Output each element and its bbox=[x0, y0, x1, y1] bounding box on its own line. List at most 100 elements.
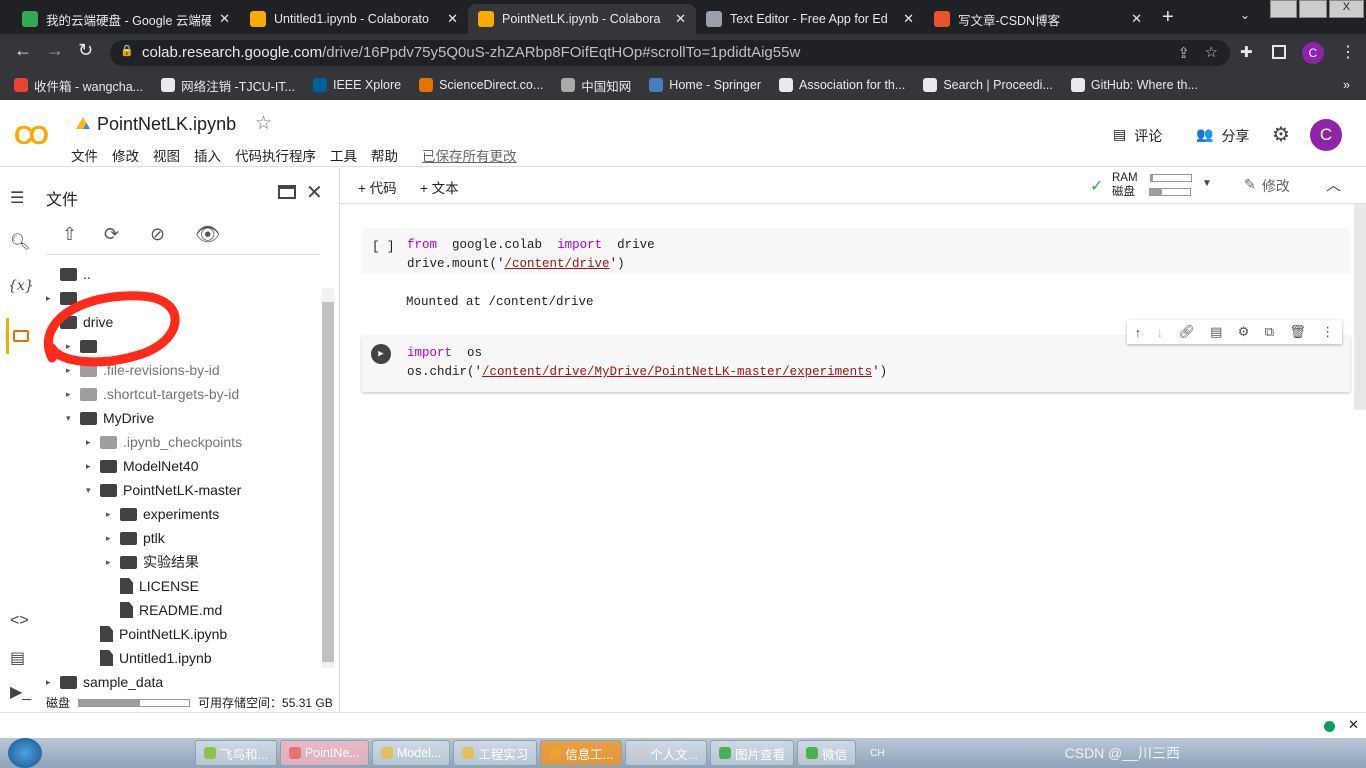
browser-tab[interactable]: Untitled1.ipynb - Colaborato ✕ bbox=[240, 4, 468, 34]
refresh-folder-icon[interactable]: ⟳ bbox=[104, 224, 119, 245]
file-tree-item[interactable]: ▸ ModelNet40 bbox=[86, 455, 199, 477]
browser-tab[interactable]: Text Editor - Free App for Ed ✕ bbox=[696, 4, 924, 34]
taskbar-item[interactable]: 图片查看 bbox=[710, 740, 795, 766]
bookmark-item[interactable]: Search | Proceedi... bbox=[923, 78, 1053, 92]
variables-icon[interactable]: {x} bbox=[8, 278, 34, 294]
extensions-icon[interactable]: ✚ bbox=[1240, 43, 1253, 61]
run-cell-button[interactable]: ▶ bbox=[371, 344, 391, 364]
minimize-button[interactable] bbox=[1270, 0, 1298, 18]
edit-button[interactable]: ✎ 修改 bbox=[1244, 176, 1290, 196]
expand-arrow-icon[interactable]: ▸ bbox=[106, 509, 114, 520]
notebook-title[interactable]: PointNetLK.ipynb bbox=[97, 114, 236, 135]
bookmark-item[interactable]: 收件箱 - wangcha... bbox=[14, 76, 143, 95]
taskbar-item[interactable]: Model... bbox=[371, 740, 451, 766]
notebook-scrollbar[interactable] bbox=[1354, 204, 1366, 410]
bookmark-item[interactable]: 中国知网 bbox=[561, 76, 631, 95]
browser-tab[interactable]: PointNetLK.ipynb - Colabora ✕ bbox=[468, 4, 696, 34]
file-tree-item[interactable]: ▸ experiments bbox=[106, 503, 219, 525]
expand-arrow-icon[interactable]: ▾ bbox=[66, 413, 74, 424]
restore-button[interactable] bbox=[1299, 0, 1327, 18]
file-tree-item[interactable]: ▸ .ipynb_checkpoints bbox=[86, 431, 242, 453]
avatar[interactable]: C bbox=[1310, 119, 1342, 151]
url-bar[interactable]: 🔒 colab.research.google.com/drive/16Ppdv7… bbox=[110, 40, 1230, 66]
taskbar-item[interactable]: 信息工... bbox=[540, 740, 623, 766]
expand-arrow-icon[interactable]: ▸ bbox=[106, 533, 114, 544]
upload-file-icon[interactable]: ⇧ bbox=[62, 224, 77, 245]
link-icon[interactable]: 🔗︎ bbox=[1178, 324, 1195, 340]
expand-arrow-icon[interactable]: ▸ bbox=[66, 389, 74, 400]
back-button[interactable]: ← bbox=[14, 40, 32, 61]
taskbar-item[interactable]: PointNe... bbox=[279, 740, 369, 766]
star-icon[interactable]: ☆ bbox=[255, 112, 272, 135]
bookmark-item[interactable]: Home - Springer bbox=[649, 78, 761, 92]
terminal-icon[interactable]: ▶_ bbox=[10, 682, 31, 702]
add-code-button[interactable]: + 代码 bbox=[358, 177, 397, 197]
new-tab-button[interactable]: + bbox=[1162, 6, 1174, 29]
cell-prompt[interactable]: [ ] bbox=[372, 238, 395, 257]
gear-icon[interactable]: ⚙ bbox=[1238, 324, 1250, 340]
unmount-drive-icon[interactable]: ⊘ bbox=[150, 224, 165, 245]
code-cell[interactable]: ▶ import os os.chdir('/content/drive/MyDri… bbox=[362, 336, 1350, 392]
file-tree-item[interactable]: Untitled1.ipynb bbox=[86, 647, 212, 669]
comment-icon[interactable]: ▤ bbox=[1210, 324, 1222, 340]
file-tree-item[interactable]: ▸ .shortcut-targets-by-id bbox=[66, 383, 239, 405]
file-tree-item[interactable]: ▾ MyDrive bbox=[66, 407, 154, 429]
toc-icon[interactable]: ☰ bbox=[10, 188, 24, 208]
bookmark-item[interactable]: Association for th... bbox=[779, 78, 905, 92]
expand-arrow-icon[interactable]: ▸ bbox=[86, 437, 94, 448]
folder-icon[interactable] bbox=[13, 330, 29, 342]
scrollbar-thumb[interactable] bbox=[322, 302, 334, 662]
colab-logo[interactable]: CO bbox=[14, 120, 49, 151]
language-indicator[interactable]: CH bbox=[870, 748, 884, 759]
resources-dropdown-icon[interactable]: ▼ bbox=[1202, 178, 1212, 189]
bookmark-item[interactable]: GitHub: Where th... bbox=[1070, 78, 1198, 92]
open-in-tab-icon[interactable] bbox=[278, 185, 296, 199]
browser-tab[interactable]: 我的云端硬盘 - Google 云端硬 ✕ bbox=[12, 4, 240, 34]
close-status-icon[interactable]: ✕ bbox=[1348, 717, 1359, 733]
expand-arrow-icon[interactable]: ▸ bbox=[46, 677, 54, 688]
file-tree-item[interactable]: PointNetLK.ipynb bbox=[86, 623, 227, 645]
bookmark-star-icon[interactable]: ☆ bbox=[1205, 43, 1218, 61]
close-tab-icon[interactable]: ✕ bbox=[219, 11, 230, 27]
tab-search-icon[interactable]: ⌄ bbox=[1240, 8, 1250, 22]
eye-icon[interactable]: 👁︎ bbox=[195, 222, 220, 247]
expand-arrow-icon[interactable]: ▸ bbox=[106, 557, 114, 568]
taskbar-item[interactable]: 个人文... bbox=[625, 740, 708, 766]
taskbar-item[interactable]: 工程实习 bbox=[453, 740, 538, 766]
expand-arrow-icon[interactable]: ▸ bbox=[86, 461, 94, 472]
file-tree-item[interactable]: ▸ 实验结果 bbox=[106, 551, 199, 573]
close-window-button[interactable]: X bbox=[1328, 0, 1364, 18]
close-tab-icon[interactable]: ✕ bbox=[447, 11, 458, 27]
resources-button[interactable]: RAM 磁盘 bbox=[1112, 171, 1192, 199]
menu-item[interactable]: 代码执行程序 bbox=[235, 145, 316, 165]
command-palette-icon[interactable]: ▤ bbox=[10, 648, 25, 668]
code-snippets-icon[interactable]: <> bbox=[10, 612, 29, 630]
forward-button[interactable]: → bbox=[46, 40, 64, 61]
add-text-button[interactable]: + 文本 bbox=[420, 177, 459, 197]
more-bookmarks-button[interactable]: » bbox=[1343, 78, 1350, 92]
save-status[interactable]: 已保存所有更改 bbox=[422, 145, 517, 165]
browser-menu-icon[interactable]: ⋮ bbox=[1340, 42, 1356, 62]
file-tree-item[interactable]: README.md bbox=[106, 599, 222, 621]
taskbar-item[interactable]: 飞鸟和... bbox=[195, 740, 277, 766]
close-tab-icon[interactable]: ✕ bbox=[1131, 11, 1142, 27]
file-tree-item[interactable]: LICENSE bbox=[106, 575, 199, 597]
menu-item[interactable]: 帮助 bbox=[371, 145, 398, 165]
taskbar-item[interactable]: 微信 bbox=[797, 740, 857, 766]
mirror-cell-icon[interactable]: ⧉ bbox=[1265, 324, 1274, 340]
comment-button[interactable]: ▤ 评论 bbox=[1113, 126, 1162, 146]
share-button[interactable]: 👥 分享 bbox=[1196, 126, 1249, 146]
menu-item[interactable]: 文件 bbox=[71, 145, 98, 165]
file-tree-item[interactable]: ▾ PointNetLK-master bbox=[86, 479, 241, 501]
menu-item[interactable]: 插入 bbox=[194, 145, 221, 165]
bookmark-item[interactable]: 网络注销 -TJCU-IT... bbox=[161, 76, 295, 95]
more-icon[interactable]: ⋮ bbox=[1321, 324, 1334, 340]
file-tree-item[interactable]: ▸ ptlk bbox=[106, 527, 165, 549]
menu-item[interactable]: 工具 bbox=[330, 145, 357, 165]
menu-item[interactable]: 修改 bbox=[112, 145, 139, 165]
browser-tab[interactable]: 写文章-CSDN博客 ✕ bbox=[924, 4, 1152, 34]
profile-avatar[interactable]: C bbox=[1302, 42, 1324, 64]
share-page-icon[interactable]: ⇪ bbox=[1177, 44, 1190, 62]
gear-icon[interactable]: ⚙ bbox=[1272, 122, 1290, 147]
menu-item[interactable]: 视图 bbox=[153, 145, 180, 165]
